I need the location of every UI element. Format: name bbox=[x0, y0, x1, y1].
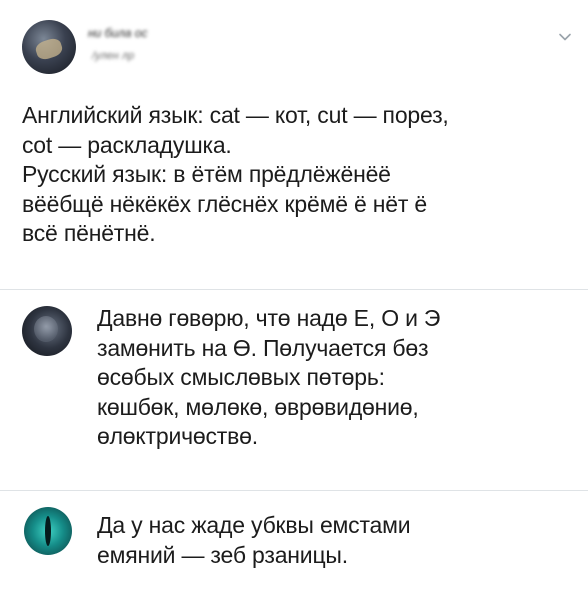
post-text-line: всё пёнётнё. bbox=[22, 220, 156, 246]
reply-text-line: Да у нас жаде убквы емстами bbox=[97, 512, 411, 538]
reply-text-line: емяний — зеб рзаницы. bbox=[97, 541, 348, 568]
divider bbox=[0, 490, 588, 491]
post-text-line: Русский язык: в ётём прёдлёжёнёё bbox=[22, 161, 391, 187]
chevron-down-icon[interactable] bbox=[558, 30, 572, 44]
post-text-line: cot — раскладушка. bbox=[22, 131, 232, 158]
post-text-line: вёёбщё нёкёкёх глёснёх крёмё ё нёт ё bbox=[22, 190, 427, 217]
reply-text-line: Давнө гөвөрю, чтө надө Е, О и Э bbox=[97, 305, 441, 331]
divider bbox=[0, 289, 588, 290]
author-handle[interactable]: /улен лр bbox=[92, 50, 134, 62]
reply-text: Да у нас жаде убквы емстами емяний — зеб… bbox=[97, 511, 577, 570]
reply-text-line: көшбөк, мөлөкө, өврөвидөниө, bbox=[97, 393, 419, 420]
reply-avatar[interactable] bbox=[22, 306, 72, 356]
reply-text-line: өсөбых смыслөвых пөтөрь: bbox=[97, 364, 385, 390]
post-text: Английский язык: cat — кот, cut — порез,… bbox=[22, 101, 572, 249]
author-avatar[interactable] bbox=[22, 20, 76, 74]
reply-text-line: өлөктричөствө. bbox=[97, 423, 258, 449]
author-name[interactable]: ни била ос bbox=[88, 26, 147, 40]
reply-text-line: замөнить на Ө. Пөлучается бөз bbox=[97, 334, 429, 361]
reply-avatar[interactable] bbox=[24, 507, 72, 555]
reply-text: Давнө гөвөрю, чтө надө Е, О и Э замөнить… bbox=[97, 304, 577, 452]
post-text-line: Английский язык: cat — кот, cut — порез, bbox=[22, 102, 449, 128]
post-header: ни била ос /улен лр bbox=[0, 0, 588, 90]
